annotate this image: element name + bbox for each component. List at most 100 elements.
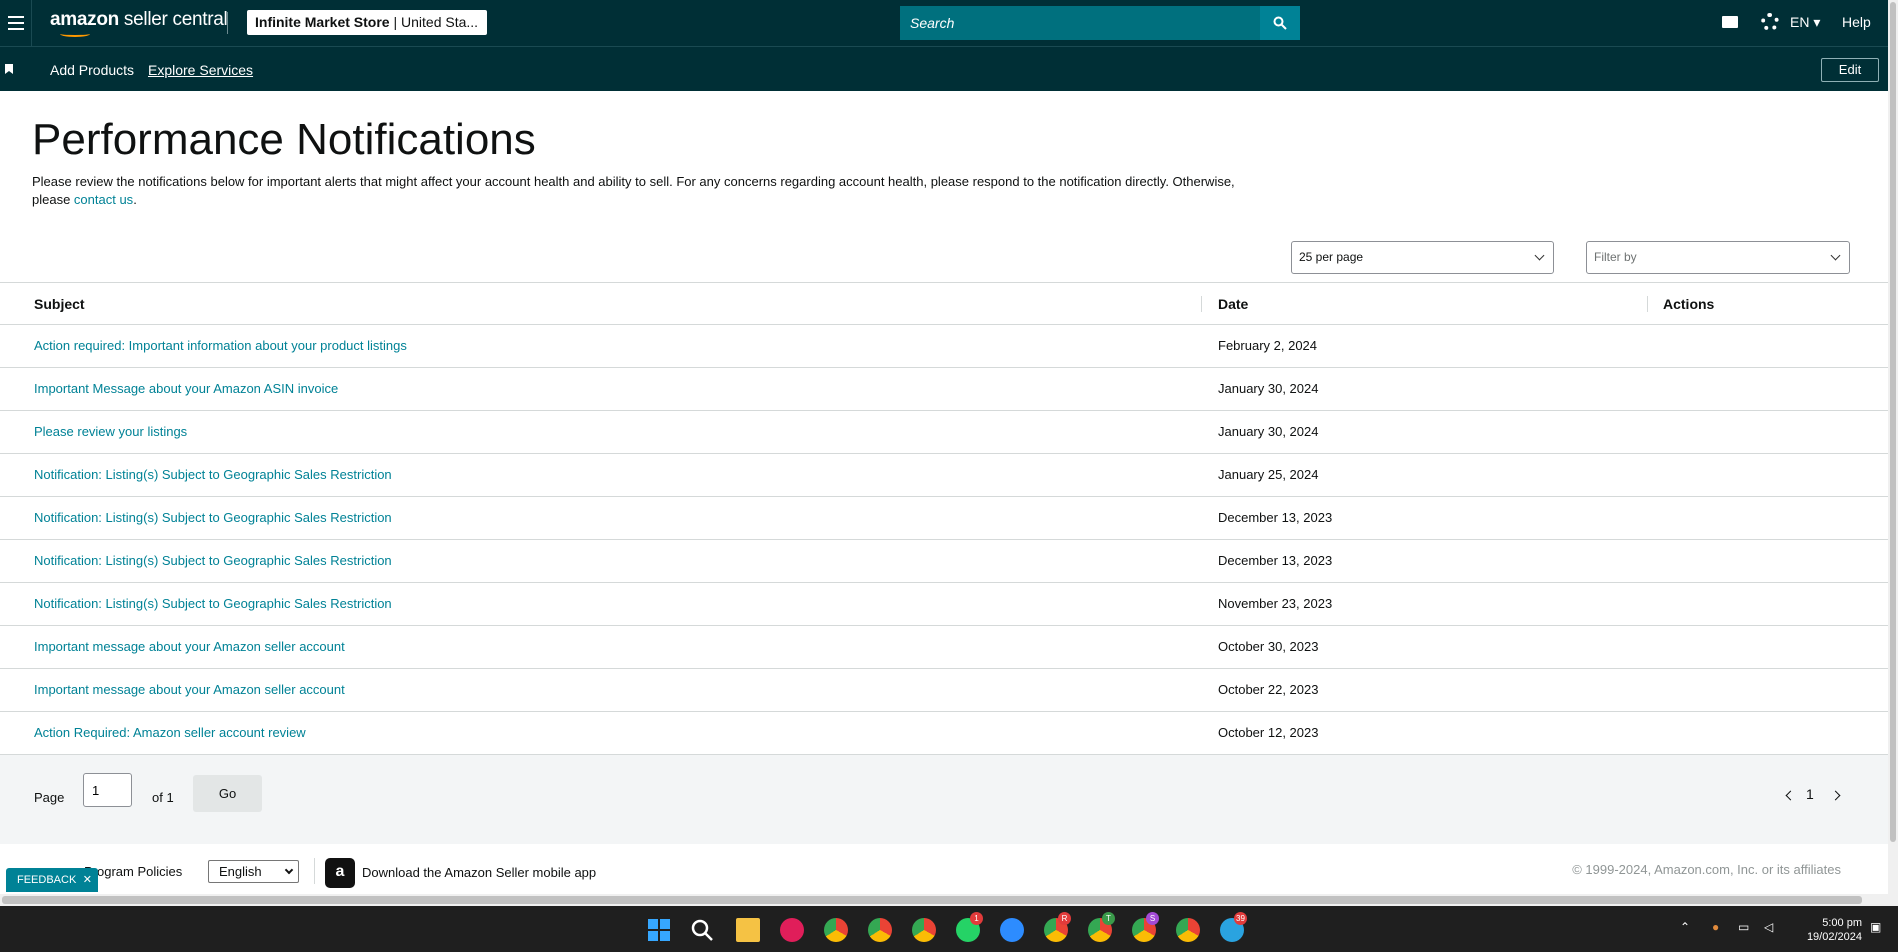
notification-subject-link[interactable]: Action required: Important information a… <box>34 338 407 353</box>
windows-start-icon[interactable] <box>648 919 670 941</box>
os-taskbar: 1 R T S 39 ⌃ ● ▭ ◁ 5:00 pm 19/02/2024 ▣ <box>0 906 1898 952</box>
notification-badge: 1 <box>970 912 983 925</box>
horizontal-scrollbar[interactable] <box>0 894 1898 906</box>
notification-subject-link[interactable]: Notification: Listing(s) Subject to Geog… <box>34 596 392 611</box>
notification-subject-link[interactable]: Notification: Listing(s) Subject to Geog… <box>34 510 392 525</box>
language-label: EN <box>1790 14 1810 30</box>
go-button[interactable]: Go <box>193 775 262 812</box>
volume-icon[interactable]: ◁ <box>1764 920 1773 934</box>
notification-subject-link[interactable]: Please review your listings <box>34 424 187 439</box>
seller-central-logo[interactable]: amazon seller central <box>50 9 228 37</box>
footer-language-value: English <box>219 864 262 879</box>
bookmark-icon[interactable] <box>5 64 13 74</box>
chevron-down-icon <box>1830 250 1841 261</box>
pagination: Page of 1 Go 1 <box>0 755 1888 844</box>
chrome-icon[interactable] <box>1176 918 1200 942</box>
logo-smile-icon <box>60 31 90 37</box>
notifications-icon[interactable]: ▣ <box>1870 920 1881 934</box>
file-explorer-icon[interactable] <box>736 918 760 942</box>
table-header: Subject Date Actions <box>0 282 1888 325</box>
chevron-left-icon[interactable] <box>1785 790 1796 801</box>
notification-subject-link[interactable]: Action Required: Amazon seller account r… <box>34 725 306 740</box>
page-number-input[interactable] <box>83 773 132 807</box>
profile-badge: T <box>1102 912 1115 925</box>
table-row: Important message about your Amazon sell… <box>0 669 1888 712</box>
edit-button[interactable]: Edit <box>1821 58 1879 82</box>
per-page-select[interactable]: 25 per page <box>1291 241 1554 274</box>
notification-subject-link[interactable]: Important message about your Amazon sell… <box>34 682 345 697</box>
download-app-link[interactable]: Download the Amazon Seller mobile app <box>362 865 596 880</box>
search-icon[interactable] <box>690 918 714 942</box>
search-button[interactable] <box>1260 6 1300 40</box>
search-input[interactable]: Search <box>900 6 1200 40</box>
table-row: Please review your listings January 30, 2… <box>0 411 1888 454</box>
table-row: Notification: Listing(s) Subject to Geog… <box>0 540 1888 583</box>
per-page-value: 25 per page <box>1299 250 1364 264</box>
chevron-down-icon <box>1534 250 1545 261</box>
menu-icon[interactable] <box>0 0 32 46</box>
notification-date: October 30, 2023 <box>1218 639 1319 654</box>
notification-date: January 25, 2024 <box>1218 467 1319 482</box>
vertical-scroll-thumb[interactable] <box>1890 2 1896 842</box>
microphone-icon[interactable]: ● <box>1712 920 1719 934</box>
description-text: Please review the notifications below fo… <box>32 174 1235 207</box>
sub-navigation: Add Products Explore Services Edit <box>0 46 1898 91</box>
gear-icon[interactable] <box>1761 13 1779 31</box>
table-row: Notification: Listing(s) Subject to Geog… <box>0 454 1888 497</box>
chevron-right-icon[interactable] <box>1830 790 1841 801</box>
notification-date: January 30, 2024 <box>1218 381 1319 396</box>
slack-icon[interactable] <box>780 918 804 942</box>
clock-date: 19/02/2024 <box>1806 931 1862 943</box>
chevron-down-icon <box>284 865 294 875</box>
current-page[interactable]: 1 <box>1806 786 1814 802</box>
table-row: Notification: Listing(s) Subject to Geog… <box>0 583 1888 626</box>
filter-select[interactable]: Filter by <box>1586 241 1850 274</box>
feedback-label: FEEDBACK <box>17 874 77 886</box>
notification-date: November 23, 2023 <box>1218 596 1333 611</box>
nav-explore-services[interactable]: Explore Services <box>148 62 253 78</box>
store-switcher[interactable]: Infinite Market Store | United Sta... <box>247 10 487 35</box>
chevron-up-icon[interactable]: ⌃ <box>1680 920 1690 934</box>
system-clock[interactable]: 5:00 pm 19/02/2024 <box>1798 916 1862 944</box>
footer: Program Policies English a Download the … <box>0 844 1888 894</box>
notification-date: October 12, 2023 <box>1218 725 1319 740</box>
notification-date: December 13, 2023 <box>1218 510 1333 525</box>
feedback-button[interactable]: FEEDBACK ✕ <box>6 868 98 892</box>
help-link[interactable]: Help <box>1842 14 1871 30</box>
chrome-icon[interactable] <box>824 918 848 942</box>
nav-add-products[interactable]: Add Products <box>50 62 134 78</box>
notification-subject-link[interactable]: Notification: Listing(s) Subject to Geog… <box>34 467 392 482</box>
network-icon[interactable]: ▭ <box>1738 920 1749 934</box>
chrome-icon[interactable] <box>868 918 892 942</box>
search-icon <box>1273 16 1287 30</box>
notification-subject-link[interactable]: Important message about your Amazon sell… <box>34 639 345 654</box>
chrome-icon[interactable] <box>912 918 936 942</box>
page-of-label: of 1 <box>152 790 174 805</box>
column-date[interactable]: Date <box>1218 296 1248 312</box>
column-subject[interactable]: Subject <box>34 296 85 312</box>
description-end: . <box>133 192 137 207</box>
seller-app-icon[interactable]: a <box>325 858 355 888</box>
table-row: Notification: Listing(s) Subject to Geog… <box>0 497 1888 540</box>
clock-time: 5:00 pm <box>1822 917 1862 929</box>
logo-bold: amazon <box>50 9 119 30</box>
store-name: Infinite Market Store <box>255 14 390 30</box>
language-selector[interactable]: EN ▾ <box>1790 14 1820 31</box>
caret-down-icon: ▾ <box>1813 14 1821 30</box>
close-icon[interactable]: ✕ <box>83 868 92 892</box>
profile-badge: S <box>1146 912 1159 925</box>
mail-icon[interactable] <box>1722 16 1738 28</box>
program-policies-link[interactable]: Program Policies <box>84 864 182 879</box>
notification-subject-link[interactable]: Important Message about your Amazon ASIN… <box>34 381 338 396</box>
table-row: Important message about your Amazon sell… <box>0 626 1888 669</box>
notification-subject-link[interactable]: Notification: Listing(s) Subject to Geog… <box>34 553 392 568</box>
search-input-fill[interactable] <box>1200 6 1260 40</box>
footer-language-select[interactable]: English <box>208 860 299 883</box>
top-header: amazon seller central Infinite Market St… <box>0 0 1898 46</box>
contact-us-link[interactable]: contact us <box>74 192 133 207</box>
zoom-icon[interactable] <box>1000 918 1024 942</box>
horizontal-scroll-thumb[interactable] <box>2 896 1862 904</box>
page-description: Please review the notifications below fo… <box>32 173 1262 209</box>
vertical-scrollbar[interactable] <box>1888 0 1898 894</box>
table-row: Action required: Important information a… <box>0 325 1888 368</box>
